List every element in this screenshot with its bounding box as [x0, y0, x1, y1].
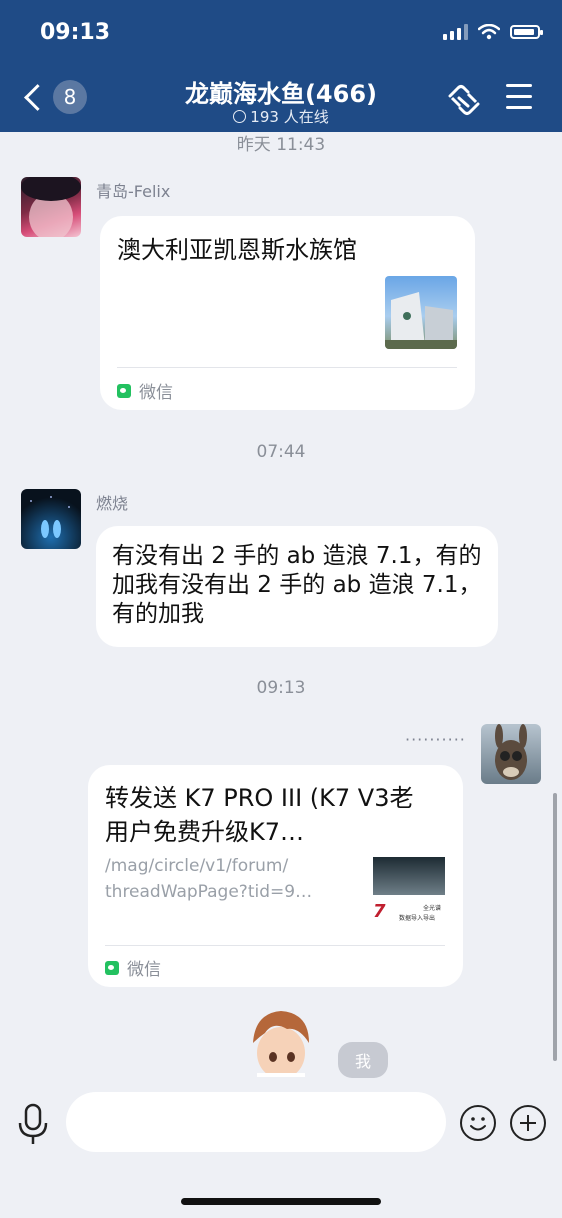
- card-divider: [117, 367, 457, 368]
- card-url: /mag/circle/v1/forum/ threadWapPage?tid=…: [105, 856, 313, 902]
- message-text: 有没有出 2 手的 ab 造浪 7.1，有的 加我有没有出 2 手的 ab 造浪…: [112, 543, 482, 627]
- card-source: 微信: [105, 955, 161, 980]
- status-time: 09:13: [40, 20, 111, 45]
- avatar[interactable]: [481, 724, 541, 784]
- avatar[interactable]: [21, 489, 81, 549]
- avatar[interactable]: [21, 177, 81, 237]
- card-thumbnail: 7 全光谱 数据导入导出: [373, 857, 445, 929]
- smile-icon: [470, 1117, 486, 1131]
- card-divider: [105, 945, 445, 946]
- chat-header: 09:13 8 龙巅海水鱼(466) 193 人在线: [0, 0, 562, 132]
- home-indicator: [181, 1198, 381, 1205]
- sender-name: 燃烧: [96, 494, 129, 513]
- sender-name: 青岛-Felix: [96, 182, 171, 201]
- voice-button[interactable]: [16, 1103, 50, 1147]
- card-title: 澳大利亚凯恩斯水族馆: [117, 236, 357, 264]
- text-message[interactable]: 有没有出 2 手的 ab 造浪 7.1，有的 加我有没有出 2 手的 ab 造浪…: [96, 526, 498, 647]
- timestamp: 07:44: [256, 442, 306, 462]
- battery-icon: [510, 25, 543, 39]
- wechat-icon: [105, 960, 119, 975]
- message-input[interactable]: [66, 1092, 446, 1152]
- group-link-button[interactable]: [446, 84, 482, 116]
- timestamp: 昨天 11:43: [236, 135, 326, 155]
- card-thumbnail: [385, 276, 457, 349]
- card-source-label: 微信: [139, 383, 173, 403]
- card-source: 微信: [117, 378, 173, 403]
- menu-button[interactable]: [506, 84, 542, 116]
- status-icons: [443, 24, 543, 40]
- sender-name: ··········: [405, 730, 466, 749]
- plus-button[interactable]: [510, 1105, 546, 1141]
- card-source-label: 微信: [127, 960, 161, 980]
- wechat-icon: [117, 383, 131, 398]
- link-icon: [448, 85, 480, 115]
- timestamp: 09:13: [256, 678, 306, 698]
- wifi-icon: [478, 24, 500, 40]
- me-label: 我: [338, 1042, 388, 1078]
- cellular-signal-icon: [443, 24, 468, 40]
- microphone-icon: [18, 1103, 48, 1144]
- sticker-avatar[interactable]: [243, 1007, 319, 1077]
- emoji-button[interactable]: [460, 1105, 496, 1141]
- link-card-message[interactable]: 转发送 K7 PRO III (K7 V3老 用户免费升级K7… /mag/ci…: [88, 765, 463, 987]
- online-check-icon: [233, 110, 247, 123]
- card-title: 转发送 K7 PRO III (K7 V3老 用户免费升级K7…: [105, 784, 414, 846]
- link-card-message[interactable]: 澳大利亚凯恩斯水族馆 微信: [100, 216, 475, 410]
- online-count: 193 人在线: [250, 108, 329, 126]
- scrollbar[interactable]: [553, 793, 557, 1061]
